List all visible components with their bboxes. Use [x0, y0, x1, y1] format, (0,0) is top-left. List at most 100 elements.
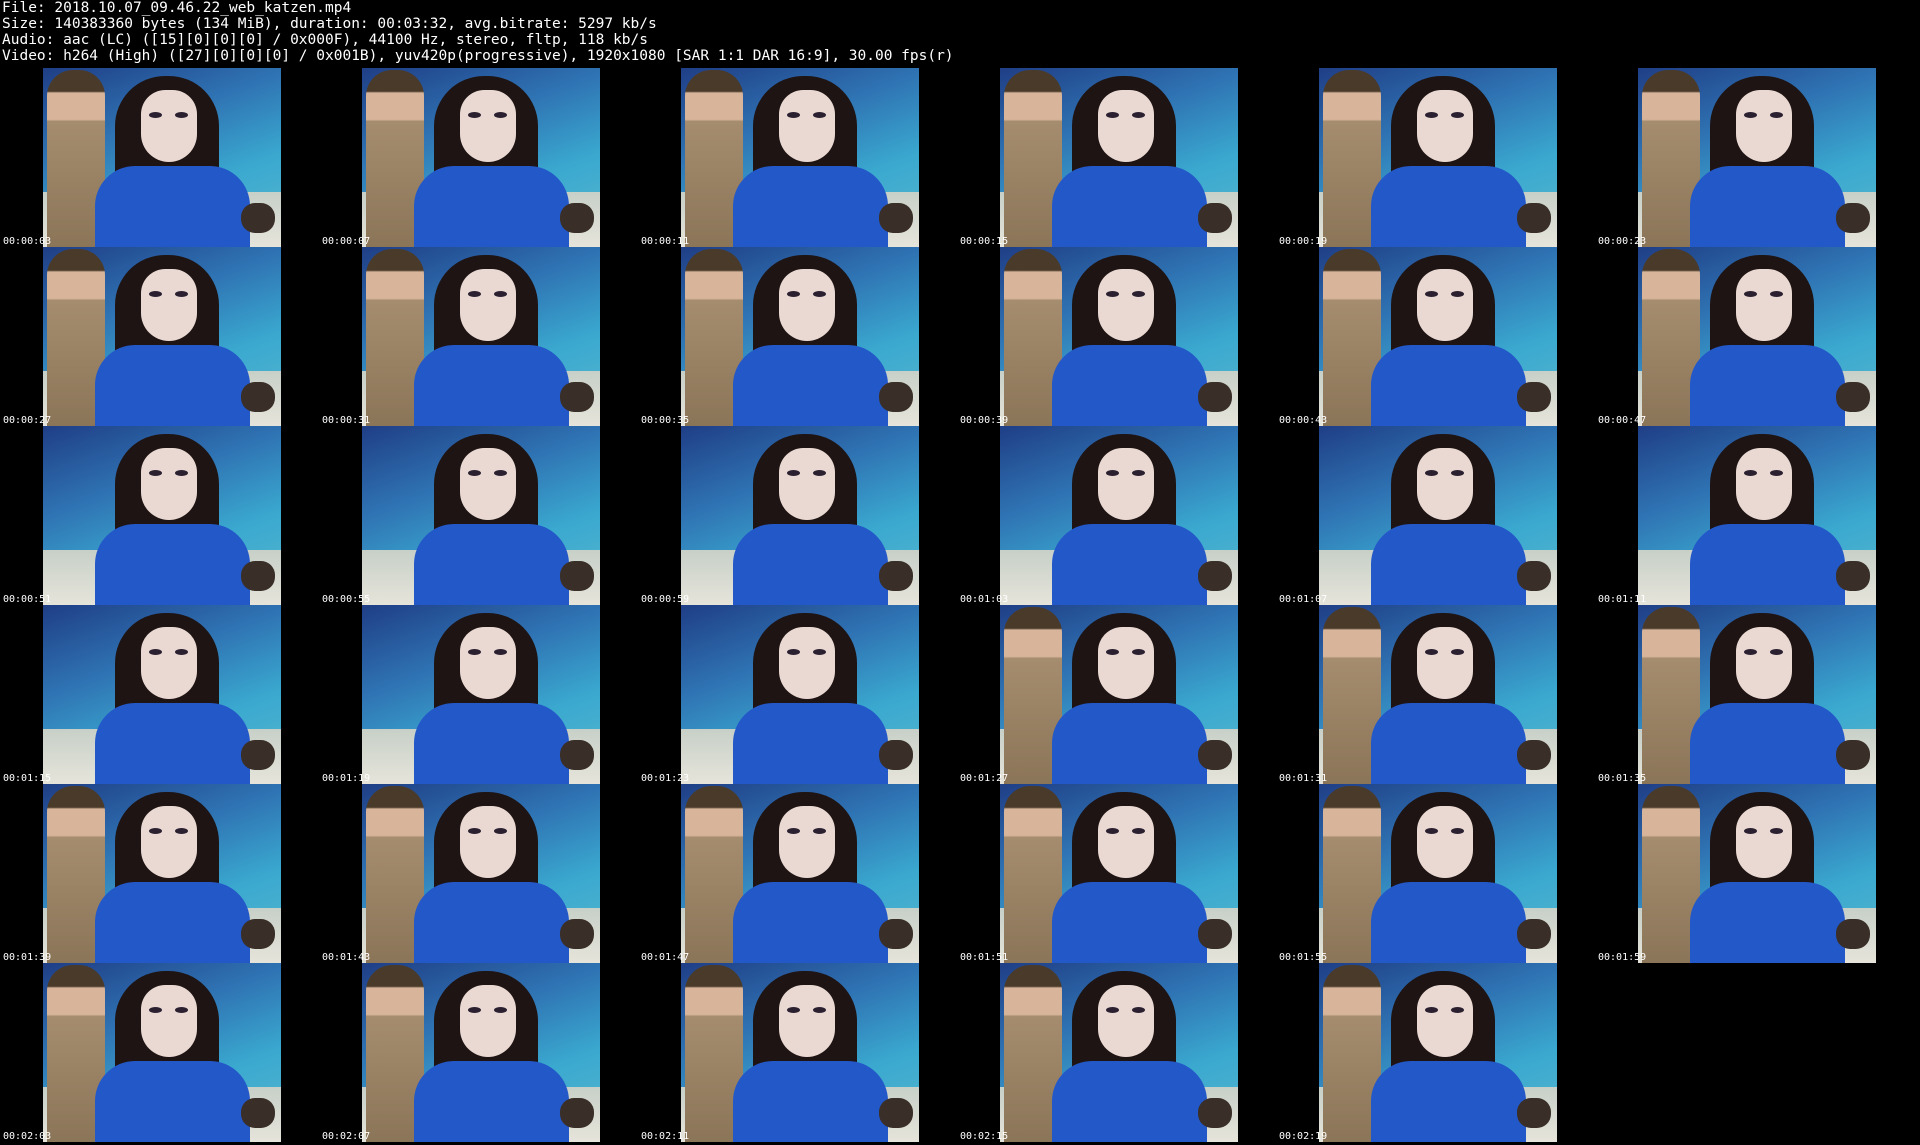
thumbnail-frame: 00:01:51	[957, 784, 1276, 963]
thumbnail-frame: 00:01:31	[1276, 605, 1595, 784]
frame-timestamp: 00:01:47	[641, 952, 690, 963]
video-frame-image	[1638, 247, 1876, 426]
video-frame-image	[1000, 68, 1238, 247]
frame-timestamp: 00:01:07	[1279, 594, 1328, 605]
video-frame-image	[43, 68, 281, 247]
thumbnail-frame: 00:01:11	[1595, 426, 1914, 605]
video-frame-image	[1319, 784, 1557, 963]
thumbnail-frame: 00:00:31	[319, 247, 638, 426]
thumbnail-frame: 00:00:55	[319, 426, 638, 605]
thumbnail-frame: 00:00:07	[319, 68, 638, 247]
thumbnail-frame: 00:01:59	[1595, 784, 1914, 963]
video-frame-image	[362, 426, 600, 605]
frame-timestamp: 00:00:27	[3, 415, 52, 426]
frame-timestamp: 00:00:47	[1598, 415, 1647, 426]
thumbnail-frame: 00:01:55	[1276, 784, 1595, 963]
video-frame-image	[43, 963, 281, 1142]
video-frame-image	[43, 426, 281, 605]
video-frame-image	[1000, 247, 1238, 426]
frame-timestamp: 00:01:35	[1598, 773, 1647, 784]
video-frame-image	[1638, 68, 1876, 247]
frame-timestamp: 00:01:11	[1598, 594, 1647, 605]
thumbnail-frame: 00:01:27	[957, 605, 1276, 784]
video-frame-image	[362, 605, 600, 784]
thumbnail-frame: 00:00:47	[1595, 247, 1914, 426]
thumbnail-frame: 00:01:19	[319, 605, 638, 784]
frame-timestamp: 00:01:03	[960, 594, 1009, 605]
frame-timestamp: 00:01:15	[3, 773, 52, 784]
frame-timestamp: 00:00:23	[1598, 236, 1647, 247]
video-frame-image	[362, 68, 600, 247]
video-frame-image	[1638, 605, 1876, 784]
frame-timestamp: 00:01:27	[960, 773, 1009, 784]
frame-timestamp: 00:00:11	[641, 236, 690, 247]
frame-timestamp: 00:00:15	[960, 236, 1009, 247]
frame-timestamp: 00:00:31	[322, 415, 371, 426]
frame-timestamp: 00:02:11	[641, 1131, 690, 1142]
frame-timestamp: 00:00:03	[3, 236, 52, 247]
thumbnail-frame: 00:01:39	[0, 784, 319, 963]
frame-timestamp: 00:00:43	[1279, 415, 1328, 426]
thumbnail-frame: 00:00:03	[0, 68, 319, 247]
frame-timestamp: 00:01:55	[1279, 952, 1328, 963]
thumbnail-frame: 00:02:19	[1276, 963, 1595, 1142]
thumbnail-frame: 00:02:15	[957, 963, 1276, 1142]
video-frame-image	[43, 247, 281, 426]
thumbnail-frame: 00:00:11	[638, 68, 957, 247]
frame-timestamp: 00:02:15	[960, 1131, 1009, 1142]
frame-timestamp: 00:00:39	[960, 415, 1009, 426]
video-frame-image	[362, 963, 600, 1142]
video-frame-image	[1319, 247, 1557, 426]
frame-timestamp: 00:00:07	[322, 236, 371, 247]
thumbnail-frame: 00:01:47	[638, 784, 957, 963]
frame-timestamp: 00:02:07	[322, 1131, 371, 1142]
thumbnail-frame: 00:01:15	[0, 605, 319, 784]
video-frame-image	[1319, 68, 1557, 247]
thumbnail-frame: 00:01:35	[1595, 605, 1914, 784]
video-frame-image	[1000, 784, 1238, 963]
video-frame-image	[681, 963, 919, 1142]
video-frame-image	[1319, 963, 1557, 1142]
thumbnail-frame: 00:02:03	[0, 963, 319, 1142]
frame-timestamp: 00:00:51	[3, 594, 52, 605]
video-frame-image	[681, 784, 919, 963]
video-frame-image	[681, 68, 919, 247]
video-frame-image	[1000, 426, 1238, 605]
frame-timestamp: 00:01:51	[960, 952, 1009, 963]
video-frame-image	[1319, 426, 1557, 605]
frame-timestamp: 00:01:19	[322, 773, 371, 784]
thumbnail-frame: 00:00:59	[638, 426, 957, 605]
thumbnail-frame: 00:02:07	[319, 963, 638, 1142]
thumbnail-frame: 00:01:23	[638, 605, 957, 784]
frame-timestamp: 00:00:59	[641, 594, 690, 605]
thumbnail-frame: 00:02:11	[638, 963, 957, 1142]
video-frame-image	[681, 247, 919, 426]
thumbnail-frame: 00:00:35	[638, 247, 957, 426]
thumbnail-frame: 00:00:43	[1276, 247, 1595, 426]
thumbnail-grid: 00:00:03 00:00:07 00:00:11 00:00:15 00:00:19…	[0, 0, 1920, 1145]
video-frame-image	[43, 784, 281, 963]
thumbnail-frame: 00:01:07	[1276, 426, 1595, 605]
thumbnail-frame: 00:01:43	[319, 784, 638, 963]
frame-timestamp: 00:01:59	[1598, 952, 1647, 963]
video-frame-image	[362, 247, 600, 426]
frame-timestamp: 00:01:31	[1279, 773, 1328, 784]
thumbnail-frame: 00:00:23	[1595, 68, 1914, 247]
video-frame-image	[1319, 605, 1557, 784]
frame-timestamp: 00:02:03	[3, 1131, 52, 1142]
video-frame-image	[681, 426, 919, 605]
frame-timestamp: 00:01:39	[3, 952, 52, 963]
thumbnail-frame: 00:00:39	[957, 247, 1276, 426]
frame-timestamp: 00:00:19	[1279, 236, 1328, 247]
thumbnail-frame: 00:00:51	[0, 426, 319, 605]
video-frame-image	[362, 784, 600, 963]
thumbnail-frame: 00:00:15	[957, 68, 1276, 247]
video-frame-image	[1000, 963, 1238, 1142]
thumbnail-frame: 00:01:03	[957, 426, 1276, 605]
frame-timestamp: 00:01:43	[322, 952, 371, 963]
frame-timestamp: 00:00:55	[322, 594, 371, 605]
frame-timestamp: 00:01:23	[641, 773, 690, 784]
frame-timestamp: 00:02:19	[1279, 1131, 1328, 1142]
thumbnail-frame: 00:00:27	[0, 247, 319, 426]
video-frame-image	[1638, 784, 1876, 963]
